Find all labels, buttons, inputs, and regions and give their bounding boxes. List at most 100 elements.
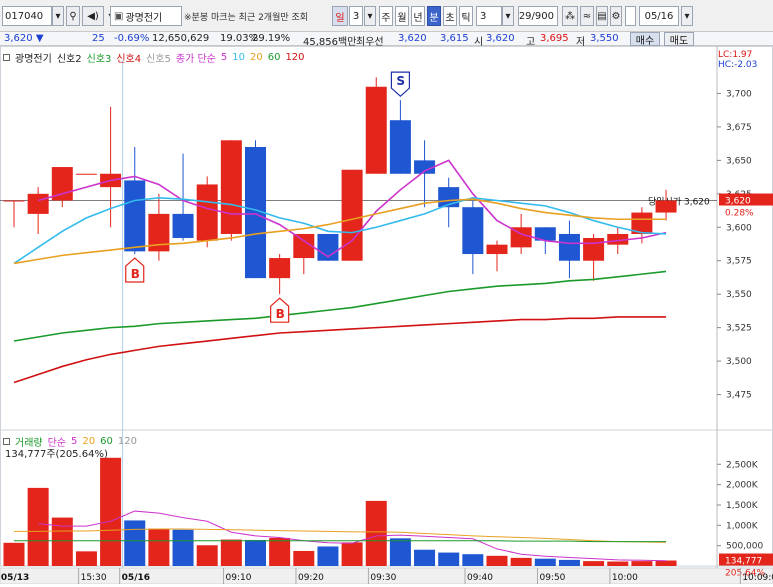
candle-body [75,173,97,175]
price-tag-text: 3,620 [725,197,751,207]
candle-body [3,200,25,202]
period-dropdown-chevron-icon[interactable]: ▾ [364,6,376,26]
best-bid: 3,615 [440,33,469,44]
quote-bar: 3,620 ▼ 25 -0.69% 12,650,629 19.03% 29.1… [0,32,773,48]
x-axis-label: 15:30 [81,573,107,583]
volume-bar [655,560,677,566]
volume-bar [389,538,411,566]
legend-signal-4: 신호4 [116,54,142,65]
volume-bar [462,554,484,566]
volume-checkbox-icon[interactable] [3,438,10,445]
legend-checkbox-icon[interactable] [3,54,10,61]
stock-code-input[interactable]: 017040 [2,6,52,26]
volume-bar [607,561,629,566]
price-tick-label: 3,475 [726,391,752,401]
period-minute-button[interactable]: 분 [427,6,441,26]
legend-signal-3: 신호3 [86,54,112,65]
count-field[interactable]: 29/900 [518,6,558,26]
candle-body [196,184,218,241]
price-tick-label: 3,600 [726,223,752,233]
stock-name-text: 광명전기 [125,12,163,24]
change-percent: -0.69% [114,33,150,44]
sell-button[interactable]: 매도 [664,32,694,46]
buy-signal-label: B [276,307,285,321]
hc-value: HC:-2.03 [718,60,758,70]
candle-body [389,120,411,174]
interval-select[interactable]: 3 [476,6,502,26]
volume-bar [220,539,242,566]
candle-body [172,213,194,238]
period-week-button[interactable]: 주 [379,6,393,26]
save-icon[interactable]: ▤ [596,6,608,26]
interval-chevron-down-icon[interactable]: ▾ [502,6,514,26]
low-price: 3,550 [590,33,619,44]
legend-signal-2: 신호2 [56,54,82,65]
volume-bar [245,539,266,566]
price-tick-label: 3,500 [726,357,752,367]
period-year-button[interactable]: 년 [411,6,425,26]
x-axis-label: 09:40 [467,573,493,583]
volume-tick-label: 1,500K [726,501,759,511]
legend-stock-name: 광명전기 [15,54,52,65]
x-axis-label: 09:30 [370,573,396,583]
search-icon[interactable]: ⚲ [66,6,80,26]
candle-body [462,207,484,255]
volume-bar [341,542,363,566]
volume-bar [510,557,532,566]
volume-bar [51,517,73,566]
volume-bar [317,546,339,566]
price-tick-label: 3,650 [726,156,752,166]
legend-ma-title: 종가 단순 [175,54,216,65]
date-checkbox[interactable] [625,6,636,26]
candle-body [486,244,508,255]
volume-bar [124,520,146,566]
period-second-button[interactable]: 초 [443,6,457,26]
period-tick-button[interactable]: 틱 [459,6,473,26]
volume-bar [558,559,580,566]
volume-current: 134,777주(205.64%) [5,449,108,460]
current-price: 3,620 ▼ [4,33,44,44]
notice-text: ※분봉 마크는 최근 2개월만 조회 [184,12,309,23]
period-day-count[interactable]: 3 [349,6,363,26]
volume-bar [27,487,49,566]
volume-bar [534,558,556,566]
speaker-icon[interactable]: ◀) [82,6,104,26]
chart-area: 3,4753,5003,5253,5503,5753,6003,6253,650… [0,46,773,585]
price-legend: 광명전기 신호2 신호3 신호4 신호5 종가 단순 5 10 20 60 12… [3,50,305,65]
calendar-chevron-down-icon[interactable]: ▾ [681,6,693,26]
code-dropdown-chevron-icon[interactable]: ▾ [52,6,64,26]
volume-bar [486,555,508,566]
lock-icon: ▣ [114,10,124,22]
volume-bar [100,457,122,566]
price-tick-label: 3,700 [726,89,752,99]
stock-name-field[interactable]: ▣ 광명전기 [110,6,182,26]
volume-bar [414,549,436,566]
period-day-button[interactable]: 일 [332,6,348,26]
chart-icon[interactable]: ⁂ [562,6,578,26]
high-price: 3,695 [540,33,569,44]
volume-bar [631,561,653,566]
volume-bar [583,561,605,566]
candle-body [220,140,242,234]
date-field[interactable]: 05/16 [639,6,679,26]
compare-icon[interactable]: ≈ [580,6,594,26]
legend-ma-10: 10 [232,52,245,63]
volume-bar [293,550,315,566]
legend-signal-5: 신호5 [146,54,171,65]
x-axis-label: 05/16 [122,573,150,583]
gear-icon[interactable]: ⚙ [610,6,622,26]
volume-bar [148,528,170,566]
interval-value: 3 [480,10,487,22]
volume-bar [365,500,387,566]
price-tag-percent: 0.28% [725,209,754,219]
volume-ma-120: 120 [117,436,137,447]
x-axis-label: 05/13 [1,573,29,583]
price-tick-label: 3,575 [726,257,752,267]
candle-body [269,258,291,279]
period-month-button[interactable]: 월 [395,6,409,26]
x-axis-label: 09:50 [539,573,565,583]
stock-code-text: 017040 [5,10,44,22]
buy-button[interactable]: 매수 [630,32,660,46]
buy-signal-label: B [131,267,140,281]
turnover-ratio: 29.19% [252,33,291,44]
